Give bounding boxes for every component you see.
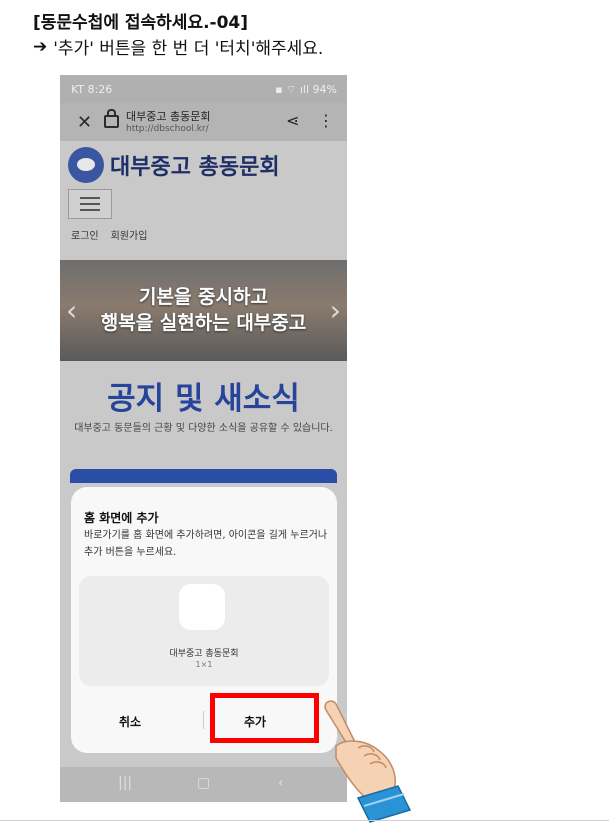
login-link[interactable]: 로그인 — [71, 227, 99, 242]
home-icon[interactable]: ▢ — [197, 775, 210, 791]
more-menu-icon[interactable]: ⋮ — [318, 111, 334, 130]
dialog-title: 홈 화면에 추가 — [84, 511, 159, 525]
page-divider — [0, 820, 609, 821]
shortcut-size: 1×1 — [195, 660, 213, 669]
top-nav: 로그인 회원가입 — [71, 227, 147, 242]
site-header: 대부중고 총동문회 — [68, 147, 280, 183]
site-name: 대부중고 총동문회 — [126, 110, 211, 123]
recent-apps-icon[interactable]: ||| — [118, 775, 132, 791]
shortcut-preview[interactable]: 대부중고 총동문회 1×1 — [79, 576, 329, 686]
carrier-time: KT 8:26 — [71, 83, 113, 96]
notice-description: 대부중고 동문들의 근황 및 다양한 소식을 공유할 수 있습니다. — [74, 423, 333, 434]
notice-title: 공지 및 새소식 — [107, 381, 300, 417]
status-bar: KT 8:26 ▪ ⌔ ıll 94% — [60, 75, 347, 103]
share-icon[interactable]: ⋖ — [286, 111, 299, 130]
battery-level: 94% — [312, 83, 337, 96]
signup-link[interactable]: 회원가입 — [111, 227, 148, 242]
battery-indicator: ▪ ⌔ ıll 94% — [275, 83, 337, 96]
instruction-text: '추가' 버튼을 한 번 더 '터치'해주세요. — [53, 39, 324, 59]
hero-line-1: 기본을 중시하고 — [139, 286, 268, 308]
document-title: [동문수첩에 접속하세요.-04] — [33, 13, 249, 33]
lock-icon — [104, 109, 119, 128]
instruction-line: ➔ '추가' 버튼을 한 번 더 '터치'해주세요. — [33, 34, 324, 60]
hero-line-2: 행복을 실현하는 대부중고 — [100, 312, 307, 334]
pointing-hand-icon — [324, 700, 412, 823]
page-url: http://dbschool.kr/ — [126, 124, 209, 134]
site-title: 대부중고 총동문회 — [110, 155, 280, 180]
close-icon[interactable]: ✕ — [77, 112, 92, 133]
shortcut-name: 대부중고 총동문회 — [169, 649, 239, 659]
app-icon — [179, 584, 225, 630]
hero-banner: ‹ › 기본을 중시하고 행복을 실현하는 대부중고 — [60, 260, 347, 361]
hamburger-menu-button[interactable] — [68, 189, 112, 219]
android-nav-bar: ||| ▢ ‹ — [60, 767, 347, 802]
school-logo — [68, 147, 104, 183]
browser-url-bar: ✕ 대부중고 총동문회 http://dbschool.kr/ ⋖ ⋮ — [60, 103, 347, 141]
back-icon[interactable]: ‹ — [278, 775, 284, 791]
button-divider — [203, 711, 204, 729]
dialog-body: 바로가기를 홈 화면에 추가하려면, 아이콘을 길게 누르거나 추가 버튼을 누… — [84, 530, 328, 558]
add-button-highlight — [210, 693, 319, 743]
notice-card-header — [70, 469, 337, 483]
cancel-button[interactable]: 취소 — [119, 713, 141, 730]
arrow-right-icon: ➔ — [33, 36, 48, 57]
